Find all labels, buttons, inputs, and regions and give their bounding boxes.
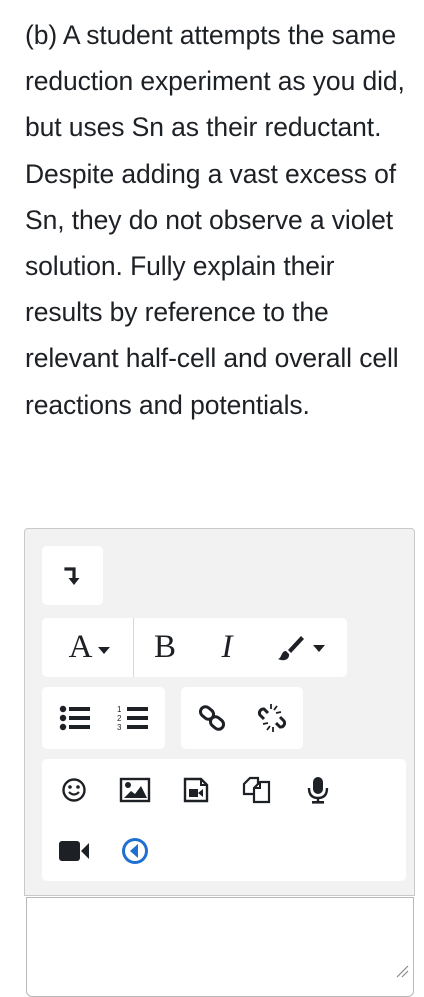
toolbar-group-links [181, 687, 303, 749]
numbered-list-icon: 1 2 3 [117, 705, 148, 732]
record-audio-button[interactable] [294, 759, 342, 821]
unordered-list-button[interactable] [50, 687, 100, 749]
svg-text:2: 2 [117, 714, 122, 723]
smiley-icon [62, 778, 86, 802]
manage-files-icon [242, 776, 271, 804]
svg-text:1: 1 [117, 705, 122, 714]
manage-files-button[interactable] [233, 759, 281, 821]
show-more-buttons[interactable] [42, 546, 103, 605]
resize-grip-icon[interactable] [395, 964, 409, 978]
ordered-list-button[interactable]: 1 2 3 [108, 687, 158, 749]
unlink-icon [257, 704, 287, 732]
unlink-button[interactable] [247, 687, 297, 749]
font-size-label: A [68, 629, 93, 665]
font-size-button[interactable]: A [50, 618, 130, 677]
image-button[interactable] [111, 759, 159, 821]
record-video-button[interactable] [50, 821, 98, 881]
emoji-button[interactable] [50, 759, 98, 821]
image-icon [119, 777, 151, 803]
toolbar-group-insert [42, 759, 406, 881]
atto-editor-toolbar: A B I 1 2 3 [24, 528, 415, 896]
toolbar-group-style: A B I [42, 618, 347, 677]
toolbar-group-collapse [42, 546, 103, 605]
chevron-down-icon [313, 644, 325, 652]
italic-button[interactable]: I [204, 618, 250, 677]
question-text: (b) A student attempts the same reductio… [25, 20, 405, 420]
bullet-list-icon [59, 705, 90, 731]
h5p-icon [122, 838, 148, 864]
toolbar-group-lists: 1 2 3 [42, 687, 165, 749]
bold-label: B [153, 629, 176, 665]
link-icon [198, 705, 226, 731]
arrow-down-right-icon [63, 566, 79, 585]
video-camera-icon [59, 841, 89, 861]
link-button[interactable] [187, 687, 237, 749]
media-button[interactable] [172, 759, 220, 821]
text-color-button[interactable] [264, 618, 338, 677]
microphone-icon [307, 777, 329, 804]
answer-textarea[interactable] [26, 897, 414, 997]
paint-brush-icon [278, 635, 304, 660]
h5p-button[interactable] [111, 821, 159, 881]
italic-label: I [221, 629, 233, 665]
toolbar-divider [133, 618, 134, 677]
chevron-down-icon [98, 646, 111, 654]
bold-button[interactable]: B [142, 618, 188, 677]
media-file-icon [183, 777, 209, 803]
svg-text:3: 3 [117, 723, 122, 732]
